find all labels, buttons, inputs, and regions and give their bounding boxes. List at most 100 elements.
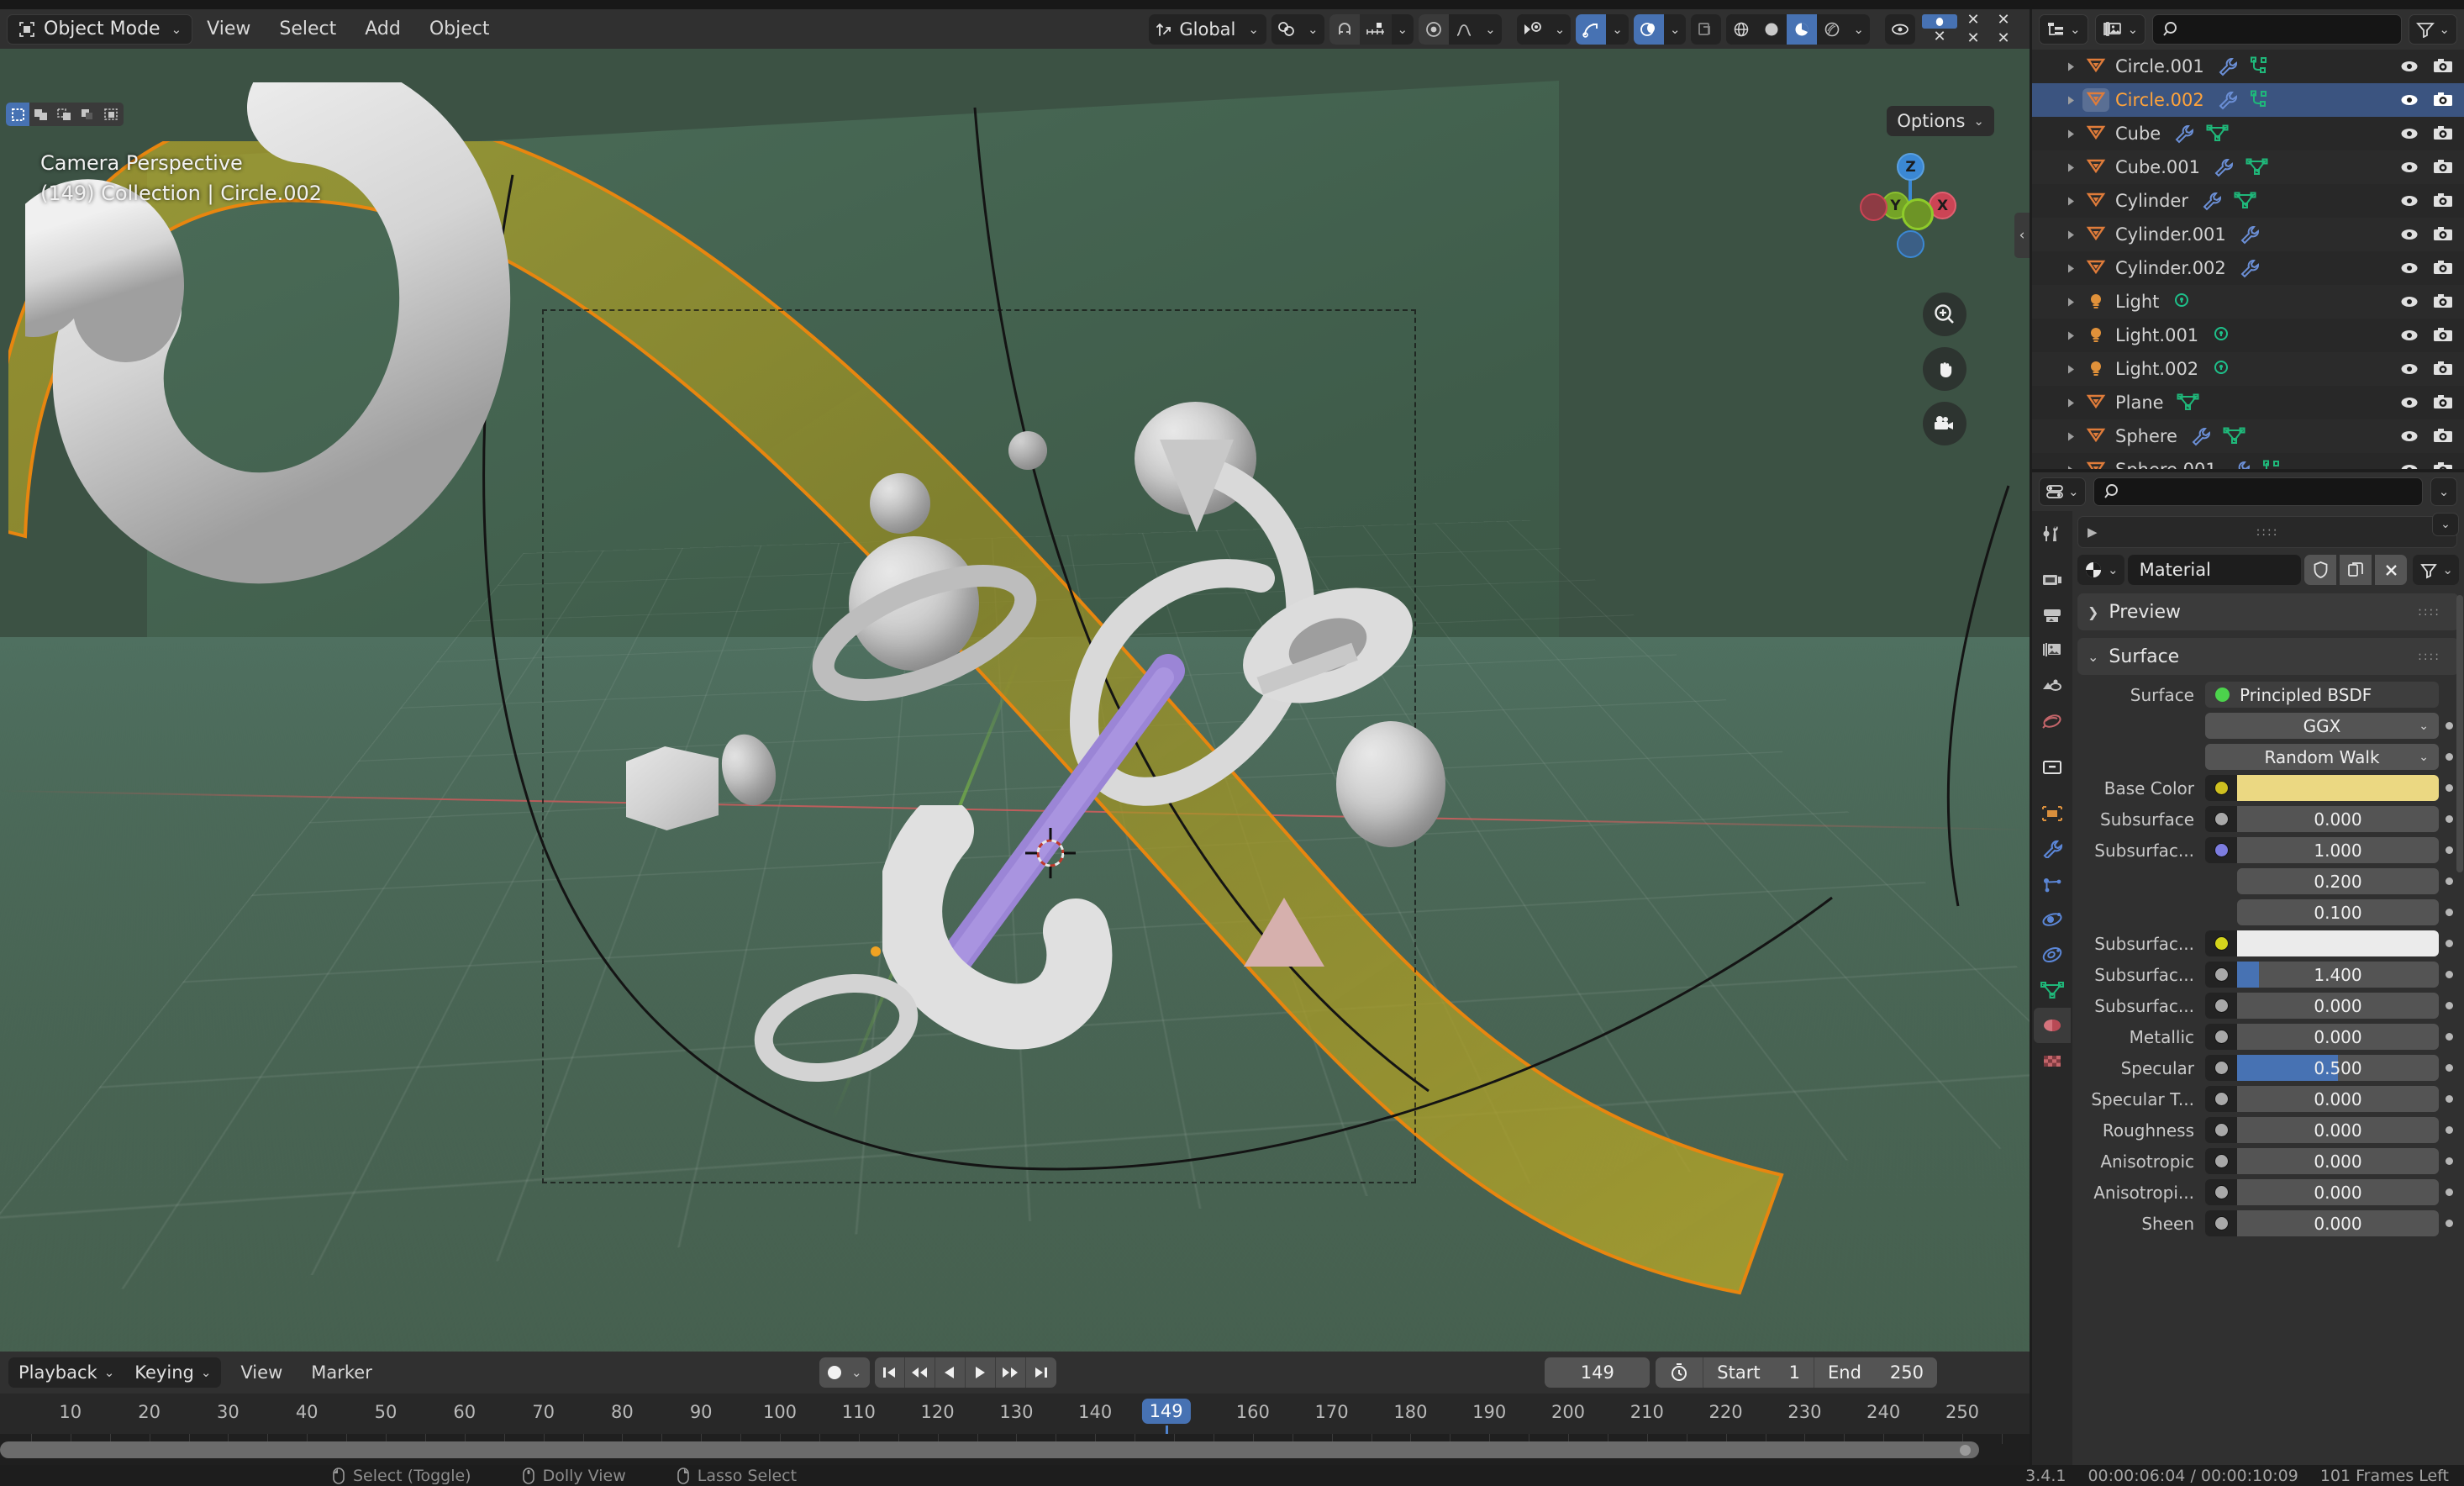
outliner-tree[interactable]: Circle.001 Circle.002 Cube Cube.001 Cyli… (2032, 50, 2464, 469)
camera-render-icon[interactable] (2432, 225, 2454, 244)
properties-tab-scene-properties[interactable] (2034, 668, 2071, 703)
falloff-button[interactable] (1449, 13, 1480, 45)
surface-value-field-anisotropic[interactable]: 0.000 (2237, 1148, 2439, 1174)
outliner-disclosure-triangle[interactable] (2060, 95, 2082, 106)
subsurface-method-dropdown[interactable]: Random Walk ⌄ (2205, 744, 2439, 770)
camera-render-icon[interactable] (2432, 91, 2454, 109)
zoom-button[interactable] (1923, 292, 1966, 336)
circle-select-button[interactable] (53, 103, 76, 126)
gizmo-toggle-button[interactable] (1576, 13, 1607, 45)
menu-object[interactable]: Object (415, 14, 504, 45)
outliner-disclosure-triangle[interactable] (2060, 196, 2082, 207)
timeline-scroll-strip[interactable] (0, 1434, 2030, 1465)
node-socket-button-specular[interactable] (2205, 1055, 2237, 1081)
lock-z-icon[interactable]: ✕ (1989, 11, 2018, 29)
3d-viewport[interactable]: Camera Perspective (149) Collection | Ci… (0, 49, 2030, 1352)
outliner-filter-button[interactable]: ⌄ (2409, 14, 2457, 45)
node-socket-button-subsurfac[interactable] (2205, 993, 2237, 1019)
outliner-disclosure-triangle[interactable] (2060, 263, 2082, 274)
mesh-data-icon[interactable] (2245, 157, 2270, 177)
color-swatch-subsurfac[interactable] (2237, 930, 2439, 956)
outliner-row-cube-001[interactable]: Cube.001 (2032, 150, 2464, 184)
properties-editor-type-button[interactable]: ⌄ (2039, 477, 2086, 506)
camera-render-icon[interactable] (2432, 326, 2454, 345)
light-data-icon[interactable] (2171, 292, 2193, 312)
node-socket-button-specular-t[interactable] (2205, 1086, 2237, 1112)
gizmo-axis-neg-x[interactable] (1860, 193, 1887, 221)
play-button[interactable] (966, 1357, 996, 1388)
jump-to-start-button[interactable] (875, 1357, 905, 1388)
timeline-marker-menu[interactable]: Marker (297, 1362, 387, 1383)
mesh-data-icon[interactable] (2176, 393, 2201, 413)
viewport-eye-button[interactable] (1885, 13, 1915, 45)
timeline-horizontal-scrollbar[interactable] (0, 1441, 1979, 1458)
animate-property-dot[interactable] (2439, 1188, 2459, 1196)
shading-wireframe-button[interactable] (1726, 13, 1757, 45)
prev-keyframe-button[interactable] (905, 1357, 935, 1388)
properties-tab-constraint-properties[interactable] (2034, 937, 2071, 972)
camera-render-icon[interactable] (2432, 124, 2454, 143)
timeline-ruler[interactable]: 10 20 30 40 50 60 70 80 90 100 110 120 130 140 160 170 1… (0, 1394, 2030, 1476)
curve-data-icon[interactable] (2261, 460, 2283, 469)
mesh-data-icon[interactable] (2222, 426, 2247, 446)
camera-render-icon[interactable] (2432, 427, 2454, 445)
animate-property-dot[interactable] (2439, 1220, 2459, 1227)
properties-tab-data-properties[interactable] (2034, 972, 2071, 1008)
surface-value-field-3[interactable]: 0.200 (2237, 868, 2439, 894)
node-socket-button-subsurfac[interactable] (2205, 837, 2237, 863)
menu-select[interactable]: Select (265, 14, 350, 45)
outliner-disclosure-triangle[interactable] (2060, 297, 2082, 308)
outliner-disclosure-triangle[interactable] (2060, 398, 2082, 408)
properties-tab-texture-properties[interactable] (2034, 1043, 2071, 1078)
falloff-dropdown[interactable]: ⌄ (1479, 14, 1502, 45)
curve-data-icon[interactable] (2249, 56, 2271, 76)
camera-render-icon[interactable] (2432, 57, 2454, 76)
properties-options-dropdown[interactable]: ⌄ (2430, 477, 2457, 506)
lock-x-icon[interactable]: ✕ (1922, 28, 1957, 45)
start-frame-field[interactable]: Start 1 (1703, 1357, 1814, 1388)
surface-value-field-specular[interactable]: 0.500 (2237, 1055, 2439, 1081)
eye-visibility-icon[interactable] (2398, 91, 2420, 109)
curve-data-icon[interactable] (2249, 90, 2271, 110)
node-socket-button-base-color[interactable] (2205, 775, 2237, 801)
proportional-editing-button[interactable] (1419, 13, 1450, 45)
animate-property-dot[interactable] (2439, 1033, 2459, 1041)
outliner-disclosure-triangle[interactable] (2060, 61, 2082, 72)
eye-visibility-icon[interactable] (2398, 360, 2420, 378)
camera-render-icon[interactable] (2432, 292, 2454, 311)
xray-toggle-button[interactable] (1691, 13, 1722, 45)
camera-view-button[interactable] (1923, 402, 1966, 445)
eye-visibility-icon[interactable] (2398, 393, 2420, 412)
snap-dropdown[interactable]: ⌄ (1392, 14, 1414, 45)
properties-tab-collection-properties[interactable] (2034, 750, 2071, 785)
viewport-canvas[interactable]: Camera Perspective (149) Collection | Ci… (0, 49, 2030, 1352)
outliner-row-light-001[interactable]: Light.001 (2032, 319, 2464, 352)
animate-property-dot[interactable] (2439, 940, 2459, 947)
node-socket-button-subsurfac[interactable] (2205, 930, 2237, 956)
overlays-dropdown[interactable]: ⌄ (1664, 14, 1687, 45)
jump-to-end-button[interactable] (1026, 1357, 1056, 1388)
unlink-material-button[interactable] (2375, 555, 2408, 585)
outliner-row-sphere[interactable]: Sphere (2032, 419, 2464, 453)
outliner-row-circle-002[interactable]: Circle.002 (2032, 83, 2464, 117)
timeline-keying-menu[interactable]: Keying ⌄ (124, 1357, 222, 1388)
wrench-modifier-icon[interactable] (2200, 191, 2224, 211)
material-browse-button[interactable]: ⌄ (2077, 555, 2124, 585)
new-material-button[interactable] (2340, 555, 2372, 585)
color-swatch-base-color[interactable] (2237, 775, 2439, 801)
eye-visibility-icon[interactable] (2398, 326, 2420, 345)
surface-value-field-4[interactable]: 0.100 (2237, 899, 2439, 925)
outliner-disclosure-triangle[interactable] (2060, 162, 2082, 173)
eye-visibility-icon[interactable] (2398, 461, 2420, 469)
wrench-modifier-icon[interactable] (2212, 157, 2235, 177)
outliner-disclosure-triangle[interactable] (2060, 330, 2082, 341)
eye-visibility-icon[interactable] (2398, 158, 2420, 177)
outliner-row-circle-001[interactable]: Circle.001 (2032, 50, 2464, 83)
camera-render-icon[interactable] (2432, 259, 2454, 277)
material-data-selector[interactable]: ⌄ (2413, 555, 2459, 585)
object-visibility-button[interactable] (1516, 13, 1549, 45)
eye-visibility-icon[interactable] (2398, 192, 2420, 210)
properties-search-input[interactable] (2093, 477, 2423, 506)
light-data-icon[interactable] (2210, 359, 2232, 379)
properties-tab-world-properties[interactable] (2034, 703, 2071, 739)
